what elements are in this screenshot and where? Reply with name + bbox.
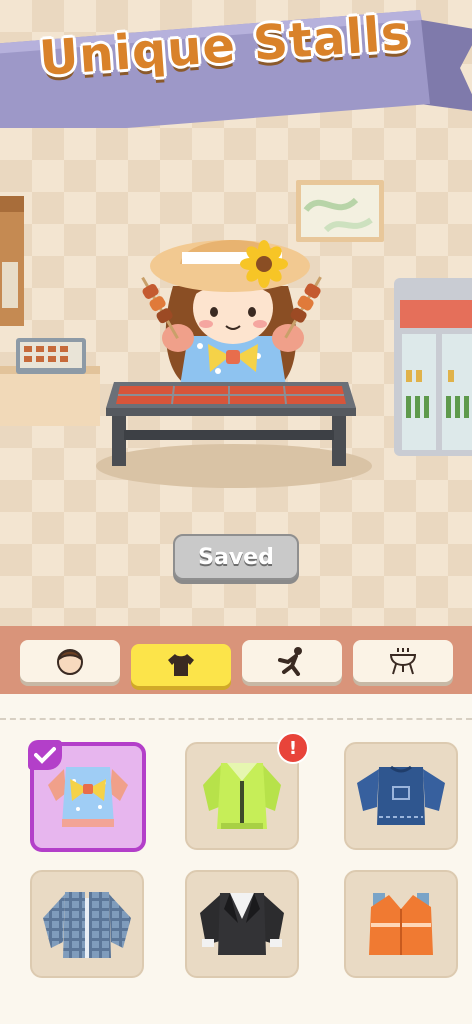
- face-icon: [57, 649, 83, 675]
- wardrobe-item-black-suit[interactable]: [185, 870, 299, 978]
- drink-fridge: [394, 278, 472, 456]
- saved-button[interactable]: Saved: [173, 534, 299, 580]
- tab-clothing[interactable]: [131, 644, 231, 686]
- tab-face[interactable]: [20, 640, 120, 682]
- check-icon: [28, 740, 62, 770]
- wardrobe-item-orange-vest[interactable]: [344, 870, 458, 978]
- pose-icon: [278, 647, 302, 676]
- wardrobe-panel: !: [0, 694, 472, 1024]
- orange-vest-icon: [369, 893, 433, 955]
- divider: [0, 718, 472, 720]
- chef-character: [141, 239, 322, 386]
- black-suit-icon: [200, 893, 284, 955]
- wardrobe-item-blue-bow-blouse[interactable]: [28, 740, 146, 852]
- grill-table: [106, 382, 356, 466]
- shirt-icon: [168, 654, 194, 676]
- tab-pose[interactable]: [242, 640, 342, 682]
- plaid-shirt-icon: [43, 892, 131, 958]
- tab-grill[interactable]: [353, 640, 453, 682]
- wardrobe-item-plaid-shirt[interactable]: [30, 870, 144, 978]
- category-tab-bar: [0, 626, 472, 694]
- navy-sweater-icon: [357, 765, 445, 825]
- wardrobe-item-navy-sweater[interactable]: [344, 742, 458, 850]
- wardrobe-item-green-jacket[interactable]: !: [185, 732, 309, 850]
- left-shelf: [0, 196, 100, 426]
- blue-bow-blouse-icon: [48, 767, 128, 827]
- grill-icon: [389, 648, 417, 675]
- green-jacket-icon: [203, 763, 281, 829]
- new-alert-badge: !: [277, 732, 309, 764]
